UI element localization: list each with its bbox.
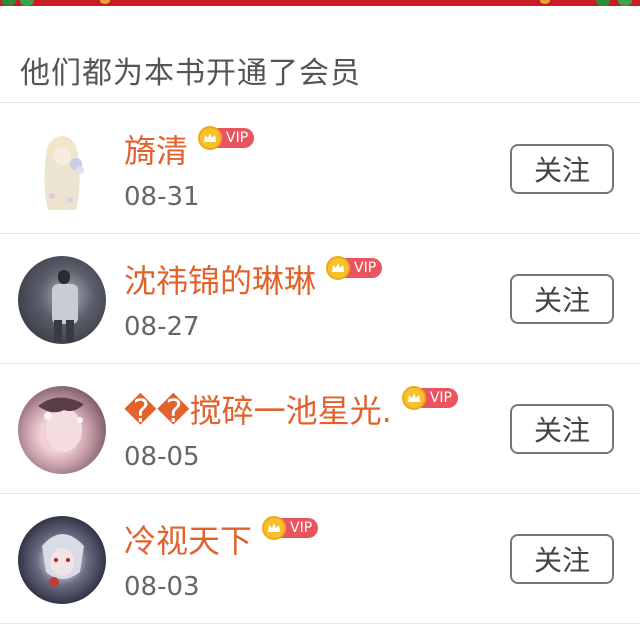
section-title: 他们都为本书开通了会员 [20,56,361,91]
vip-badge: VIP [262,516,319,540]
avatar-photo-icon [38,397,84,452]
vip-badge: VIP [401,386,458,410]
follow-button[interactable]: 关注 [510,144,614,194]
member-row: ��搅碎一池星光. VIP 08-05 关注 [0,364,640,494]
member-row: 旖清 VIP 08-31 关注 [0,104,640,234]
avatar-illustration-icon [42,534,84,587]
crown-icon [326,256,351,280]
vip-badge: VIP [198,126,255,150]
member-date: 08-31 [124,182,200,212]
avatar[interactable] [18,126,106,214]
member-name[interactable]: ��搅碎一池星光. [124,388,392,434]
vip-badge: VIP [326,256,383,280]
follow-button[interactable]: 关注 [510,534,614,584]
crown-icon [262,516,287,540]
member-row: 冷视天下 VIP 08-03 关注 [0,494,640,624]
member-date: 08-27 [124,312,200,342]
avatar-illustration-icon [18,126,106,214]
avatar-photo-icon [52,270,78,342]
avatar[interactable] [18,386,106,474]
ornament-decoration [540,0,550,4]
member-date: 08-05 [124,442,200,472]
member-name[interactable]: 冷视天下 [124,518,252,564]
crown-icon [198,126,223,150]
member-date: 08-03 [124,572,200,602]
member-name[interactable]: 旖清 [124,128,188,174]
member-row: 沈祎锦的琳琳 VIP 08-27 关注 [0,234,640,364]
follow-button[interactable]: 关注 [510,274,614,324]
crown-icon [401,386,426,410]
follow-button[interactable]: 关注 [510,404,614,454]
avatar[interactable] [18,256,106,344]
section-header: 他们都为本书开通了会员 [0,6,640,103]
member-name[interactable]: 沈祎锦的琳琳 [124,258,316,304]
ornament-decoration [100,0,110,4]
avatar[interactable] [18,516,106,604]
